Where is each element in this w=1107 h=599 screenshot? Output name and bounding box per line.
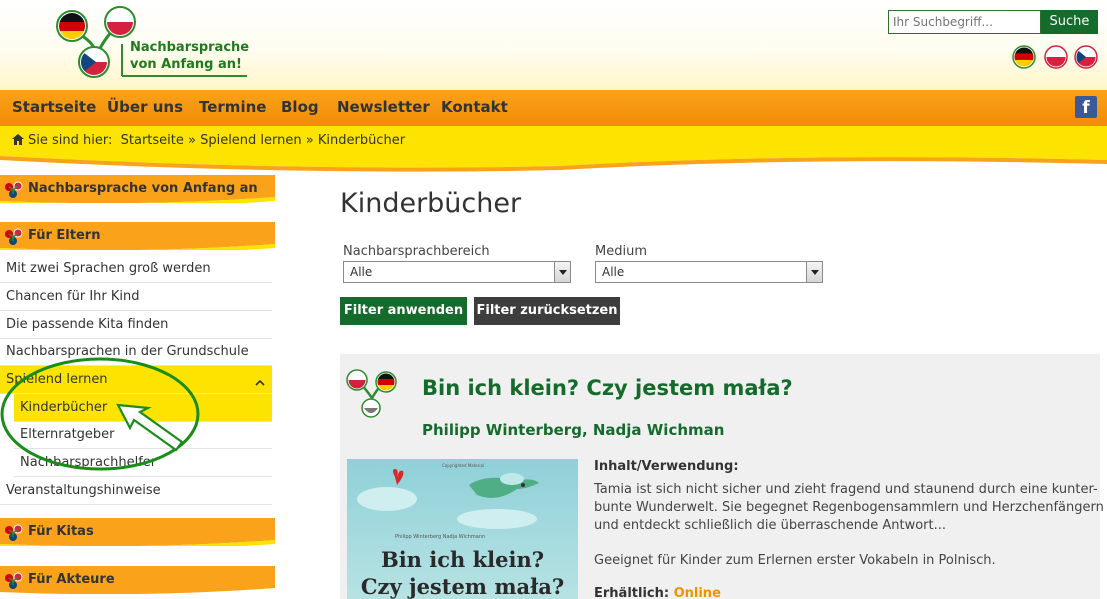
- sidebar-head-label: Für Kitas: [28, 524, 94, 539]
- sidebar-head-fuer-kitas[interactable]: Für Kitas: [0, 518, 275, 546]
- info-text-line4: Geeignet für Kinder zum Erlernen erster …: [594, 553, 996, 568]
- dropdown-arrow-icon: [806, 262, 822, 282]
- home-icon: [12, 134, 24, 145]
- logo-text-line1: Nachbarsprache: [130, 40, 250, 55]
- chevron-up-icon[interactable]: [250, 373, 270, 393]
- nav-item-newsletter[interactable]: Newsletter: [337, 90, 430, 126]
- filter-language-select[interactable]: Alle: [343, 261, 571, 283]
- dropdown-arrow-icon: [554, 262, 570, 282]
- sidebar-item-chancen[interactable]: Chancen für Ihr Kind: [0, 283, 272, 311]
- sidebar-head-fuer-akteure[interactable]: Für Akteure: [0, 566, 275, 594]
- sidebar-head-label: Für Eltern: [28, 228, 101, 243]
- clover-icon: [5, 228, 23, 245]
- clover-icon: [5, 181, 23, 198]
- breadcrumb-path[interactable]: Startseite » Spielend lernen » Kinderbüc…: [121, 133, 405, 148]
- filter-language-value: Alle: [350, 265, 373, 279]
- pl-de-clover-icon: [346, 369, 397, 418]
- book-title[interactable]: Bin ich klein? Czy jestem mała?: [422, 376, 793, 400]
- clover-icon: [5, 572, 23, 589]
- info-text-line1: Tamia ist sich nicht sicher und zieht fr…: [594, 482, 1098, 497]
- clover-icon: [5, 524, 23, 541]
- book-cover-image[interactable]: Copyrighted Material Philipp Winterberg …: [347, 459, 578, 599]
- search-button[interactable]: Suche: [1041, 10, 1098, 34]
- filter-medium-label: Medium: [595, 244, 647, 259]
- cz-flag-icon[interactable]: [1074, 45, 1098, 69]
- pl-flag-icon[interactable]: [1044, 45, 1068, 69]
- book-authors: Philipp Winterberg, Nadja Wichman: [422, 421, 725, 439]
- info-text-line2: bunte Wunderwelt. Sie begegnet Regenboge…: [594, 500, 1104, 515]
- sidebar-head-nachbarsprache[interactable]: Nachbarsprache von Anfang an: [0, 175, 275, 203]
- logo-text-line2: von Anfang an!: [130, 57, 242, 72]
- nav-item-startseite[interactable]: Startseite: [12, 90, 96, 126]
- apply-filter-button[interactable]: Filter anwenden: [340, 297, 467, 325]
- availability-label: Erhältlich:: [594, 586, 670, 599]
- nav-item-blog[interactable]: Blog: [281, 90, 319, 126]
- nav-item-termine[interactable]: Termine: [199, 90, 266, 126]
- page-title: Kinderbücher: [340, 188, 522, 219]
- cover-title-de: Bin ich klein?: [380, 547, 545, 572]
- highlight-annotation: [0, 357, 200, 471]
- sidebar-item-kita-finden[interactable]: Die passende Kita finden: [0, 311, 272, 339]
- online-link[interactable]: Online: [674, 586, 721, 599]
- cover-authors: Philipp Winterberg Nadja Wichmann: [395, 534, 486, 540]
- sidebar-head-label: Nachbarsprache von Anfang an: [28, 181, 258, 196]
- cover-title-pl: Czy jestem mała?: [360, 574, 565, 599]
- nav-item-ueber-uns[interactable]: Über uns: [107, 90, 183, 126]
- filter-medium-value: Alle: [602, 265, 625, 279]
- de-flag-icon[interactable]: [1012, 45, 1036, 69]
- reset-filter-button[interactable]: Filter zurücksetzen: [474, 297, 620, 325]
- info-text-line3: und entdeckt schließlich die überraschen…: [594, 518, 947, 533]
- sidebar-item-zwei-sprachen[interactable]: Mit zwei Sprachen groß werden: [0, 255, 272, 283]
- breadcrumb: Sie sind hier: Startseite » Spielend ler…: [12, 133, 405, 148]
- sidebar-head-fuer-eltern[interactable]: Für Eltern: [0, 222, 275, 250]
- breadcrumb-prefix: Sie sind hier:: [28, 133, 113, 148]
- nav-item-kontakt[interactable]: Kontakt: [441, 90, 508, 126]
- availability: Erhältlich: Online: [594, 586, 721, 599]
- info-label: Inhalt/Verwendung:: [594, 459, 739, 474]
- filter-language-label: Nachbarsprachbereich: [343, 244, 490, 259]
- sidebar-head-label: Für Akteure: [28, 572, 115, 587]
- filter-medium-select[interactable]: Alle: [595, 261, 823, 283]
- facebook-icon[interactable]: f: [1075, 96, 1097, 118]
- search-input[interactable]: [888, 10, 1041, 34]
- sidebar-item-veranstaltungshinweise[interactable]: Veranstaltungshinweise: [0, 477, 272, 505]
